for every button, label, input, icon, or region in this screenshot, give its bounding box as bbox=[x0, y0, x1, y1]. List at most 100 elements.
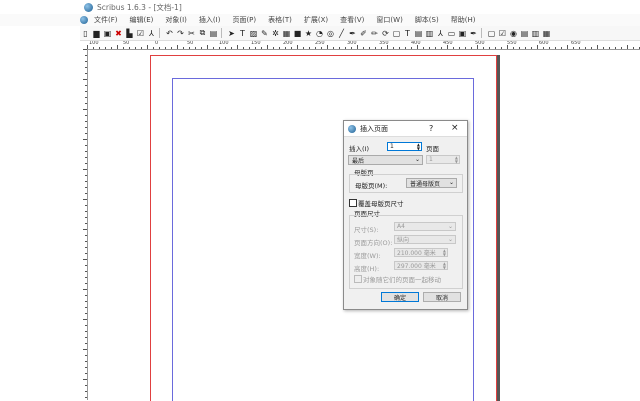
ruler-tick bbox=[621, 47, 622, 49]
menu-table[interactable]: 表格(T) bbox=[268, 15, 292, 25]
position-value: 最后 bbox=[352, 157, 365, 165]
ruler-tick bbox=[333, 47, 334, 49]
chevron-down-icon: ⌄ bbox=[447, 236, 453, 243]
ruler-tick bbox=[85, 223, 87, 224]
pdf-export-icon[interactable]: ⅄ bbox=[146, 28, 157, 39]
table-icon[interactable]: ▦ bbox=[281, 28, 292, 39]
image-frame-icon[interactable]: ▨ bbox=[248, 28, 259, 39]
pdf-list-icon[interactable]: ▤ bbox=[519, 28, 530, 39]
close-icon[interactable]: × bbox=[451, 123, 459, 133]
undo-icon[interactable]: ↶ bbox=[164, 28, 175, 39]
measure-icon[interactable]: ▣ bbox=[457, 28, 468, 39]
pdf-checkbox-icon[interactable]: ☑ bbox=[497, 28, 508, 39]
dialog-titlebar: 插入页面 bbox=[344, 121, 467, 137]
width-spinbox: 210.000 毫米 ▲ ▼ bbox=[394, 248, 448, 257]
paste-icon[interactable]: ▤ bbox=[208, 28, 219, 39]
ruler-tick bbox=[83, 319, 87, 320]
ruler-tick bbox=[339, 47, 340, 49]
arc-icon[interactable]: ◔ bbox=[314, 28, 325, 39]
ruler-tick bbox=[285, 47, 286, 49]
rotate-icon[interactable]: ⟳ bbox=[380, 28, 391, 39]
preflight-icon[interactable]: ☑ bbox=[135, 28, 146, 39]
ruler-tick bbox=[477, 45, 478, 49]
toolbar-separator bbox=[159, 28, 162, 38]
ok-button[interactable]: 确定 bbox=[381, 292, 419, 302]
ruler-tick bbox=[83, 229, 87, 230]
unlink-frames-icon[interactable]: ⅄ bbox=[435, 28, 446, 39]
ruler-tick bbox=[273, 47, 274, 49]
pdf-push-button-icon[interactable]: ▢ bbox=[486, 28, 497, 39]
calligraphic-icon[interactable]: ✏ bbox=[369, 28, 380, 39]
line-icon[interactable]: ╱ bbox=[336, 28, 347, 39]
ruler-tick bbox=[83, 79, 87, 80]
star-icon[interactable]: ★ bbox=[303, 28, 314, 39]
spin-arrows-icon: ▲ ▼ bbox=[442, 248, 446, 257]
ruler-tick bbox=[93, 47, 94, 49]
menu-scribus-icon[interactable] bbox=[80, 16, 88, 24]
ruler-tick bbox=[219, 47, 220, 49]
bezier-icon[interactable]: ✒ bbox=[347, 28, 358, 39]
ruler-tick bbox=[147, 45, 148, 49]
pdf-radio-icon[interactable]: ◉ bbox=[508, 28, 519, 39]
position-combobox[interactable]: 最后 ⌄ bbox=[348, 155, 423, 165]
ruler-tick bbox=[537, 45, 538, 49]
close-document-icon[interactable]: ✖ bbox=[113, 28, 124, 39]
insert-count-spinbox[interactable]: 1 ▲ ▼ bbox=[387, 142, 422, 151]
ruler-tick bbox=[85, 391, 87, 392]
shape-icon[interactable]: ■ bbox=[292, 28, 303, 39]
link-frames-icon[interactable]: ▥ bbox=[424, 28, 435, 39]
ruler-tick bbox=[417, 45, 418, 49]
redo-icon[interactable]: ↷ bbox=[175, 28, 186, 39]
zoom-icon[interactable]: ▭ bbox=[446, 28, 457, 39]
edit-contents-icon[interactable]: ▢ bbox=[391, 28, 402, 39]
spin-arrows-icon[interactable]: ▲ ▼ bbox=[417, 143, 420, 151]
ruler-label: 50 bbox=[187, 41, 194, 46]
menu-script[interactable]: 脚本(S) bbox=[415, 15, 439, 25]
override-size-checkbox[interactable] bbox=[349, 199, 357, 207]
menu-item[interactable]: 对象(I) bbox=[165, 15, 187, 25]
gear-frame-icon[interactable]: ✲ bbox=[270, 28, 281, 39]
ruler-tick bbox=[555, 47, 556, 49]
save-icon[interactable]: ▣ bbox=[102, 28, 113, 39]
ruler-tick bbox=[435, 47, 436, 49]
print-icon[interactable]: ▙ bbox=[124, 28, 135, 39]
select-arrow-icon[interactable]: ➤ bbox=[226, 28, 237, 39]
freehand-icon[interactable]: ✐ bbox=[358, 28, 369, 39]
menu-edit[interactable]: 编辑(E) bbox=[130, 15, 154, 25]
ruler-tick bbox=[117, 45, 118, 49]
spiral-icon[interactable]: ◎ bbox=[325, 28, 336, 39]
ruler-tick bbox=[85, 373, 87, 374]
pdf-annotation-icon[interactable]: ▦ bbox=[541, 28, 552, 39]
ruler-tick bbox=[201, 47, 202, 49]
cancel-button[interactable]: 取消 bbox=[423, 292, 461, 302]
pdf-field-icon[interactable]: ▥ bbox=[530, 28, 541, 39]
render-frame-icon[interactable]: ✎ bbox=[259, 28, 270, 39]
ruler-tick bbox=[85, 85, 87, 86]
menu-extras[interactable]: 扩展(X) bbox=[304, 15, 328, 25]
open-icon[interactable]: ▆ bbox=[91, 28, 102, 39]
copy-icon[interactable]: ⧉ bbox=[197, 28, 208, 39]
ruler-tick bbox=[85, 385, 87, 386]
text-frame-icon[interactable]: T bbox=[237, 28, 248, 39]
eyedropper-icon[interactable]: ✒ bbox=[468, 28, 479, 39]
menu-file[interactable]: 文件(F) bbox=[94, 15, 118, 25]
menu-windows[interactable]: 窗口(W) bbox=[376, 15, 402, 25]
story-editor-icon[interactable]: ▤ bbox=[413, 28, 424, 39]
cut-icon[interactable]: ✂ bbox=[186, 28, 197, 39]
help-icon[interactable]: ? bbox=[429, 124, 433, 133]
override-size-label[interactable]: 覆盖母版页尺寸 bbox=[358, 198, 404, 208]
new-document-icon[interactable]: ▯ bbox=[80, 28, 91, 39]
ruler-tick bbox=[627, 45, 628, 49]
menu-help[interactable]: 帮助(H) bbox=[451, 15, 476, 25]
ruler-tick bbox=[465, 47, 466, 49]
ruler-tick bbox=[85, 241, 87, 242]
edit-text-icon[interactable]: T bbox=[402, 28, 413, 39]
menu-view[interactable]: 查看(V) bbox=[340, 15, 364, 25]
ruler-tick bbox=[261, 47, 262, 49]
master-page-combobox[interactable]: 普通母版页 ⌄ bbox=[406, 178, 457, 188]
ruler-tick bbox=[231, 47, 232, 49]
menu-insert[interactable]: 插入(I) bbox=[199, 15, 221, 25]
ruler-tick bbox=[471, 47, 472, 49]
menu-page[interactable]: 页面(P) bbox=[232, 15, 256, 25]
ruler-tick bbox=[297, 45, 298, 49]
